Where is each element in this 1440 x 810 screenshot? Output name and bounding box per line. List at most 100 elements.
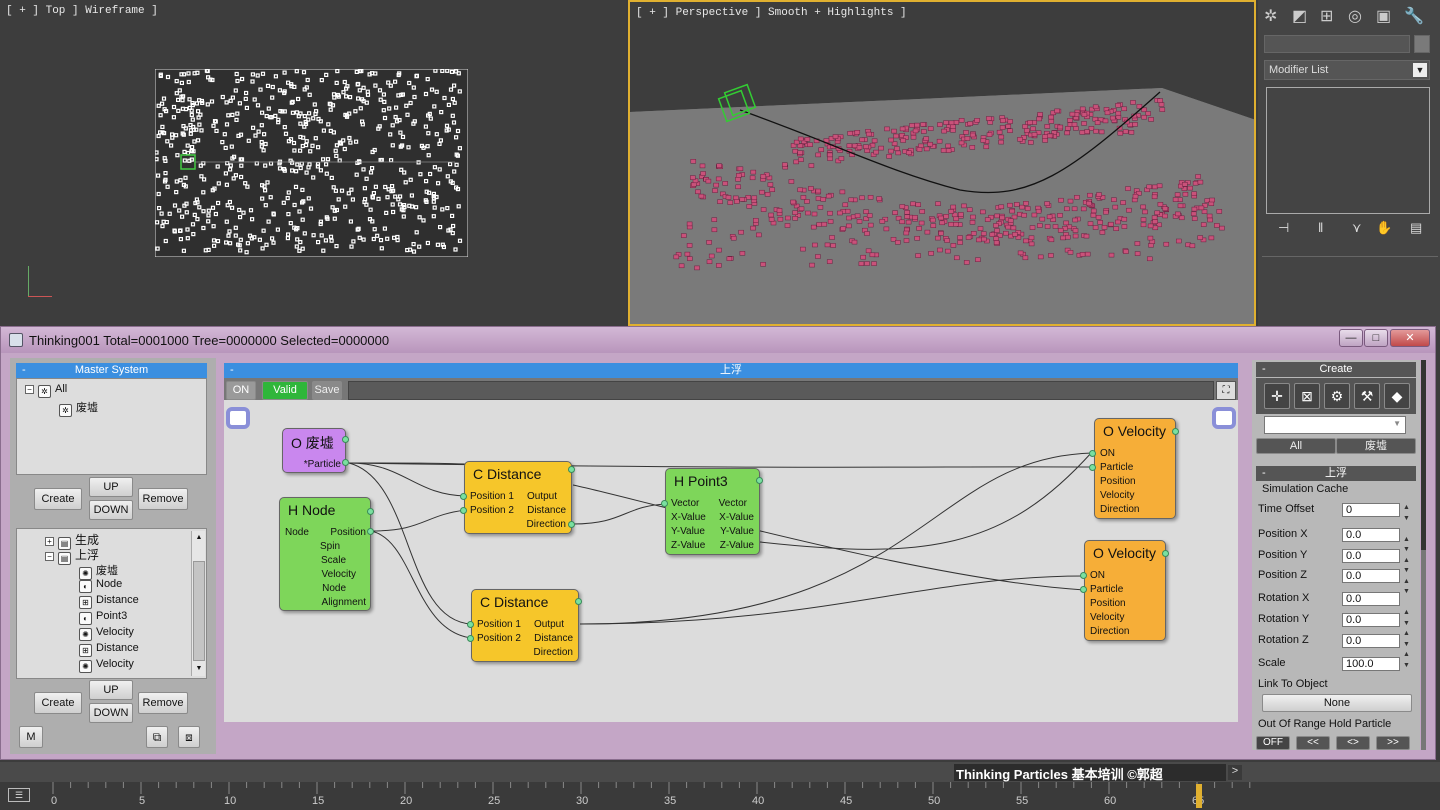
- create-tab-icon[interactable]: ✲: [1264, 6, 1277, 26]
- tree-item-velocity[interactable]: ✺ Velocity: [79, 626, 134, 641]
- output-port[interactable]: [367, 528, 374, 535]
- maximize-button[interactable]: □: [1364, 329, 1388, 347]
- input-port[interactable]: [342, 436, 349, 443]
- time-slider-marker[interactable]: [1196, 784, 1202, 808]
- canvas-input-anchor[interactable]: [226, 407, 250, 429]
- copy-node-icon[interactable]: ⧉: [146, 726, 168, 748]
- collapse-dash[interactable]: -: [230, 363, 234, 378]
- input-port[interactable]: [467, 635, 474, 642]
- tree-item-node[interactable]: ◐ Node: [79, 578, 122, 593]
- up-button-2[interactable]: UP: [89, 680, 133, 700]
- motion-tab-icon[interactable]: ◎: [1348, 6, 1362, 26]
- collapse-dash[interactable]: -: [1262, 466, 1266, 481]
- link-object-none-button[interactable]: None: [1262, 694, 1412, 712]
- output-port[interactable]: [756, 477, 763, 484]
- hierarchy-tab-icon[interactable]: ⊞: [1320, 6, 1333, 26]
- tab-all[interactable]: All: [1256, 438, 1336, 454]
- float-rollout-header[interactable]: - 上浮: [1256, 466, 1416, 481]
- operator-icon[interactable]: ⊠: [1294, 383, 1320, 409]
- scroll-up-arrow-icon[interactable]: ▲: [192, 531, 206, 545]
- tree-item-distance[interactable]: ⊞ Distance: [79, 594, 139, 609]
- master-tree[interactable]: − ✲ All ✲ 废墟: [16, 378, 207, 475]
- paste-node-icon[interactable]: ⧈: [178, 726, 200, 748]
- input-port[interactable]: [1089, 464, 1096, 471]
- modifier-list-dropdown[interactable]: Modifier List ▼: [1264, 60, 1430, 80]
- position-z-field[interactable]: 0.0: [1342, 569, 1400, 583]
- distance-condition-node-2[interactable]: C Distance Position 1 Position 2 Output …: [471, 589, 579, 662]
- tab-ruin[interactable]: 废墟: [1336, 438, 1416, 454]
- range-both-button[interactable]: <>: [1336, 736, 1370, 750]
- tree-item-distance-2[interactable]: ⊞ Distance: [79, 642, 139, 657]
- output-port[interactable]: [568, 466, 575, 473]
- top-viewport[interactable]: [ + ] Top ] Wireframe ]: [0, 0, 626, 326]
- input-port[interactable]: [460, 493, 467, 500]
- off-button[interactable]: OFF: [1256, 736, 1290, 750]
- make-unique-icon[interactable]: ⋎: [1352, 220, 1362, 236]
- input-port[interactable]: [460, 507, 467, 514]
- rotation-x-field[interactable]: 0.0: [1342, 592, 1400, 606]
- modifier-stack[interactable]: [1266, 87, 1430, 214]
- collapse-dash[interactable]: -: [1262, 362, 1266, 377]
- down-button-2[interactable]: DOWN: [89, 703, 133, 723]
- input-port[interactable]: [661, 500, 668, 507]
- position-y-field[interactable]: 0.0: [1342, 549, 1400, 563]
- range-forward-button[interactable]: >>: [1376, 736, 1410, 750]
- collapse-dash[interactable]: -: [22, 363, 26, 378]
- expand-box-icon[interactable]: +: [45, 537, 54, 546]
- ruin-operator-node[interactable]: O 废墟 *Particle: [282, 428, 346, 473]
- canvas-output-anchor[interactable]: [1212, 407, 1236, 429]
- display-tab-icon[interactable]: ▣: [1376, 6, 1391, 26]
- timeline-config-icon[interactable]: ☰: [8, 788, 30, 802]
- save-button[interactable]: Save: [312, 381, 342, 400]
- minimize-button[interactable]: —: [1339, 329, 1363, 347]
- dynamic-set-tree[interactable]: + ▤ 生成 − ▤ 上浮 ✺ 废墟 ◐ Node ⊞ Distance ◐ Point3 ✺ V…: [16, 528, 207, 679]
- range-back-button[interactable]: <<: [1296, 736, 1330, 750]
- editor-name-field[interactable]: [348, 381, 1214, 400]
- point3-helper-node[interactable]: H Point3 Vector X-Value Y-Value Z-Value …: [665, 468, 760, 555]
- spinner-column[interactable]: ▲ ▼ ▲ ▼ ▲ ▼ ▲ ▼ ▲ ▼ ▲ ▼ ▲ ▼: [1403, 503, 1412, 671]
- close-button[interactable]: ✕: [1390, 329, 1430, 347]
- scrollbar-thumb[interactable]: [193, 561, 205, 661]
- modify-tab-icon[interactable]: ◩: [1292, 6, 1307, 26]
- remove-modifier-icon[interactable]: ✋: [1376, 220, 1392, 236]
- status-arrow-button[interactable]: >: [1228, 765, 1242, 780]
- down-button[interactable]: DOWN: [89, 500, 133, 520]
- rotation-y-field[interactable]: 0.0: [1342, 613, 1400, 627]
- scroll-down-arrow-icon[interactable]: ▼: [192, 662, 206, 676]
- wrench-icon[interactable]: ⚒: [1354, 383, 1380, 409]
- tree-item-ruin[interactable]: ✲ 废墟: [59, 399, 98, 417]
- valid-status[interactable]: Valid: [262, 381, 308, 400]
- pin-stack-icon[interactable]: ⊣: [1278, 220, 1289, 236]
- tree-item-point3[interactable]: ◐ Point3: [79, 610, 127, 625]
- up-button[interactable]: UP: [89, 477, 133, 497]
- h-node-node[interactable]: H Node Node Position Spin Scale Velocity…: [279, 497, 371, 611]
- distance-condition-node[interactable]: C Distance Position 1 Position 2 Output …: [464, 461, 572, 534]
- editor-header[interactable]: - 上浮: [224, 363, 1238, 378]
- input-port[interactable]: [467, 621, 474, 628]
- utilities-tab-icon[interactable]: 🔧: [1404, 6, 1424, 26]
- window-titlebar[interactable]: Thinking001 Total=0001000 Tree=0000000 S…: [1, 327, 1435, 353]
- create-group-button[interactable]: Create: [34, 488, 82, 510]
- output-port[interactable]: [1162, 550, 1169, 557]
- velocity-operator-node-2[interactable]: O Velocity ON Particle Position Velocity…: [1084, 540, 1166, 641]
- configure-sets-icon[interactable]: ▤: [1410, 220, 1422, 236]
- m-button[interactable]: M: [19, 726, 43, 748]
- perspective-viewport-label[interactable]: [ + ] Perspective ] Smooth + Highlights …: [636, 7, 907, 19]
- node-canvas[interactable]: O 废墟 *Particle H Node Node Position Spin…: [224, 400, 1238, 722]
- input-port[interactable]: [1080, 572, 1087, 579]
- master-system-header[interactable]: - Master System: [16, 363, 207, 378]
- scale-field[interactable]: 100.0: [1342, 657, 1400, 671]
- output-port[interactable]: [367, 508, 374, 515]
- group-dropdown[interactable]: ▼: [1264, 416, 1406, 434]
- velocity-operator-node[interactable]: O Velocity ON Particle Position Velocity…: [1094, 418, 1176, 519]
- top-viewport-label[interactable]: [ + ] Top ] Wireframe ]: [6, 5, 158, 17]
- time-offset-field[interactable]: 0: [1342, 503, 1400, 517]
- show-end-result-icon[interactable]: ‖: [1318, 220, 1323, 235]
- object-name-field[interactable]: [1264, 35, 1410, 53]
- editor-options-icon[interactable]: ⛶: [1216, 381, 1236, 400]
- object-color-swatch[interactable]: [1414, 35, 1430, 53]
- collapse-box-icon[interactable]: −: [25, 385, 34, 394]
- create-dynamic-button[interactable]: Create: [34, 692, 82, 714]
- timeline[interactable]: ☰ 0 5 10 15 20 25 30 35 40 45 50 55 60 6…: [0, 782, 1440, 810]
- output-port[interactable]: [568, 521, 575, 528]
